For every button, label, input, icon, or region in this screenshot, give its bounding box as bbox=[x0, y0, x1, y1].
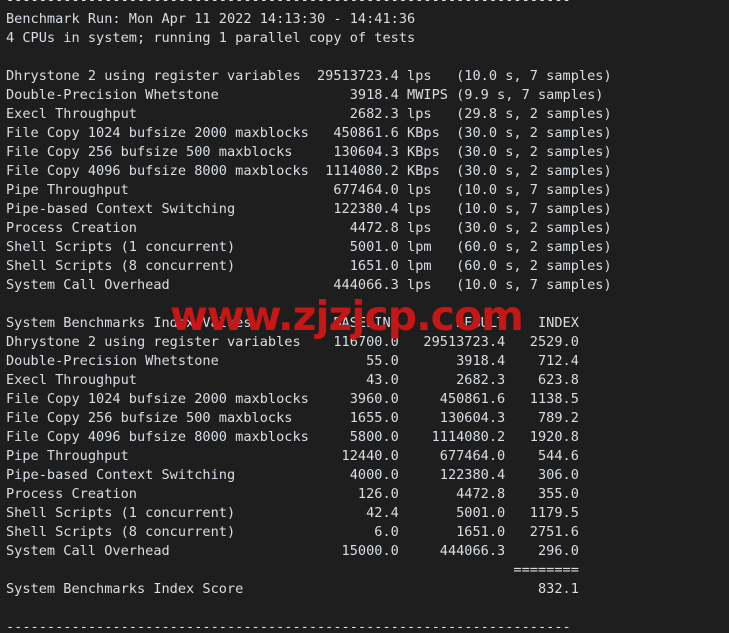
index-table-row: Pipe-based Context Switching 4000.0 1223… bbox=[6, 467, 579, 483]
index-table-row: Pipe Throughput 12440.0 677464.0 544.6 bbox=[6, 448, 579, 464]
score-separator: ======== bbox=[6, 562, 579, 578]
benchmark-result-row: File Copy 1024 bufsize 2000 maxblocks 45… bbox=[6, 125, 612, 141]
terminal-window[interactable]: ----------------------------------------… bbox=[0, 0, 729, 633]
index-table-row: Dhrystone 2 using register variables 116… bbox=[6, 334, 579, 350]
benchmark-result-row: System Call Overhead 444066.3 lps (10.0 … bbox=[6, 277, 612, 293]
separator-rule-bottom: ----------------------------------------… bbox=[6, 619, 571, 633]
benchmark-result-row: Shell Scripts (8 concurrent) 1651.0 lpm … bbox=[6, 258, 612, 274]
benchmark-result-row: Dhrystone 2 using register variables 295… bbox=[6, 68, 612, 84]
console-output: ----------------------------------------… bbox=[6, 0, 612, 633]
index-table-row: Execl Throughput 43.0 2682.3 623.8 bbox=[6, 372, 579, 388]
benchmark-result-row: Shell Scripts (1 concurrent) 5001.0 lpm … bbox=[6, 239, 612, 255]
index-score-row: System Benchmarks Index Score 832.1 bbox=[6, 581, 579, 597]
index-table-row: File Copy 256 bufsize 500 maxblocks 1655… bbox=[6, 410, 579, 426]
index-table-row: File Copy 1024 bufsize 2000 maxblocks 39… bbox=[6, 391, 579, 407]
benchmark-result-row: File Copy 4096 bufsize 8000 maxblocks 11… bbox=[6, 163, 612, 179]
benchmark-result-row: Pipe Throughput 677464.0 lps (10.0 s, 7 … bbox=[6, 182, 612, 198]
index-table-row: Shell Scripts (8 concurrent) 6.0 1651.0 … bbox=[6, 524, 579, 540]
cpu-count-line: 4 CPUs in system; running 1 parallel cop… bbox=[6, 30, 416, 46]
benchmark-result-row: Double-Precision Whetstone 3918.4 MWIPS … bbox=[6, 87, 604, 103]
index-table-row: Shell Scripts (1 concurrent) 42.4 5001.0… bbox=[6, 505, 579, 521]
benchmark-result-row: Process Creation 4472.8 lps (30.0 s, 2 s… bbox=[6, 220, 612, 236]
benchmark-result-row: Pipe-based Context Switching 122380.4 lp… bbox=[6, 201, 612, 217]
index-table-row: File Copy 4096 bufsize 8000 maxblocks 58… bbox=[6, 429, 579, 445]
benchmark-run-header: Benchmark Run: Mon Apr 11 2022 14:13:30 … bbox=[6, 11, 416, 27]
index-table-header: System Benchmarks Index Values BASELINE … bbox=[6, 315, 579, 331]
benchmark-result-row: Execl Throughput 2682.3 lps (29.8 s, 2 s… bbox=[6, 106, 612, 122]
benchmark-result-row: File Copy 256 bufsize 500 maxblocks 1306… bbox=[6, 144, 612, 160]
index-table-row: System Call Overhead 15000.0 444066.3 29… bbox=[6, 543, 579, 559]
index-table-row: Process Creation 126.0 4472.8 355.0 bbox=[6, 486, 579, 502]
separator-rule-top: ----------------------------------------… bbox=[6, 0, 571, 8]
index-table-row: Double-Precision Whetstone 55.0 3918.4 7… bbox=[6, 353, 579, 369]
